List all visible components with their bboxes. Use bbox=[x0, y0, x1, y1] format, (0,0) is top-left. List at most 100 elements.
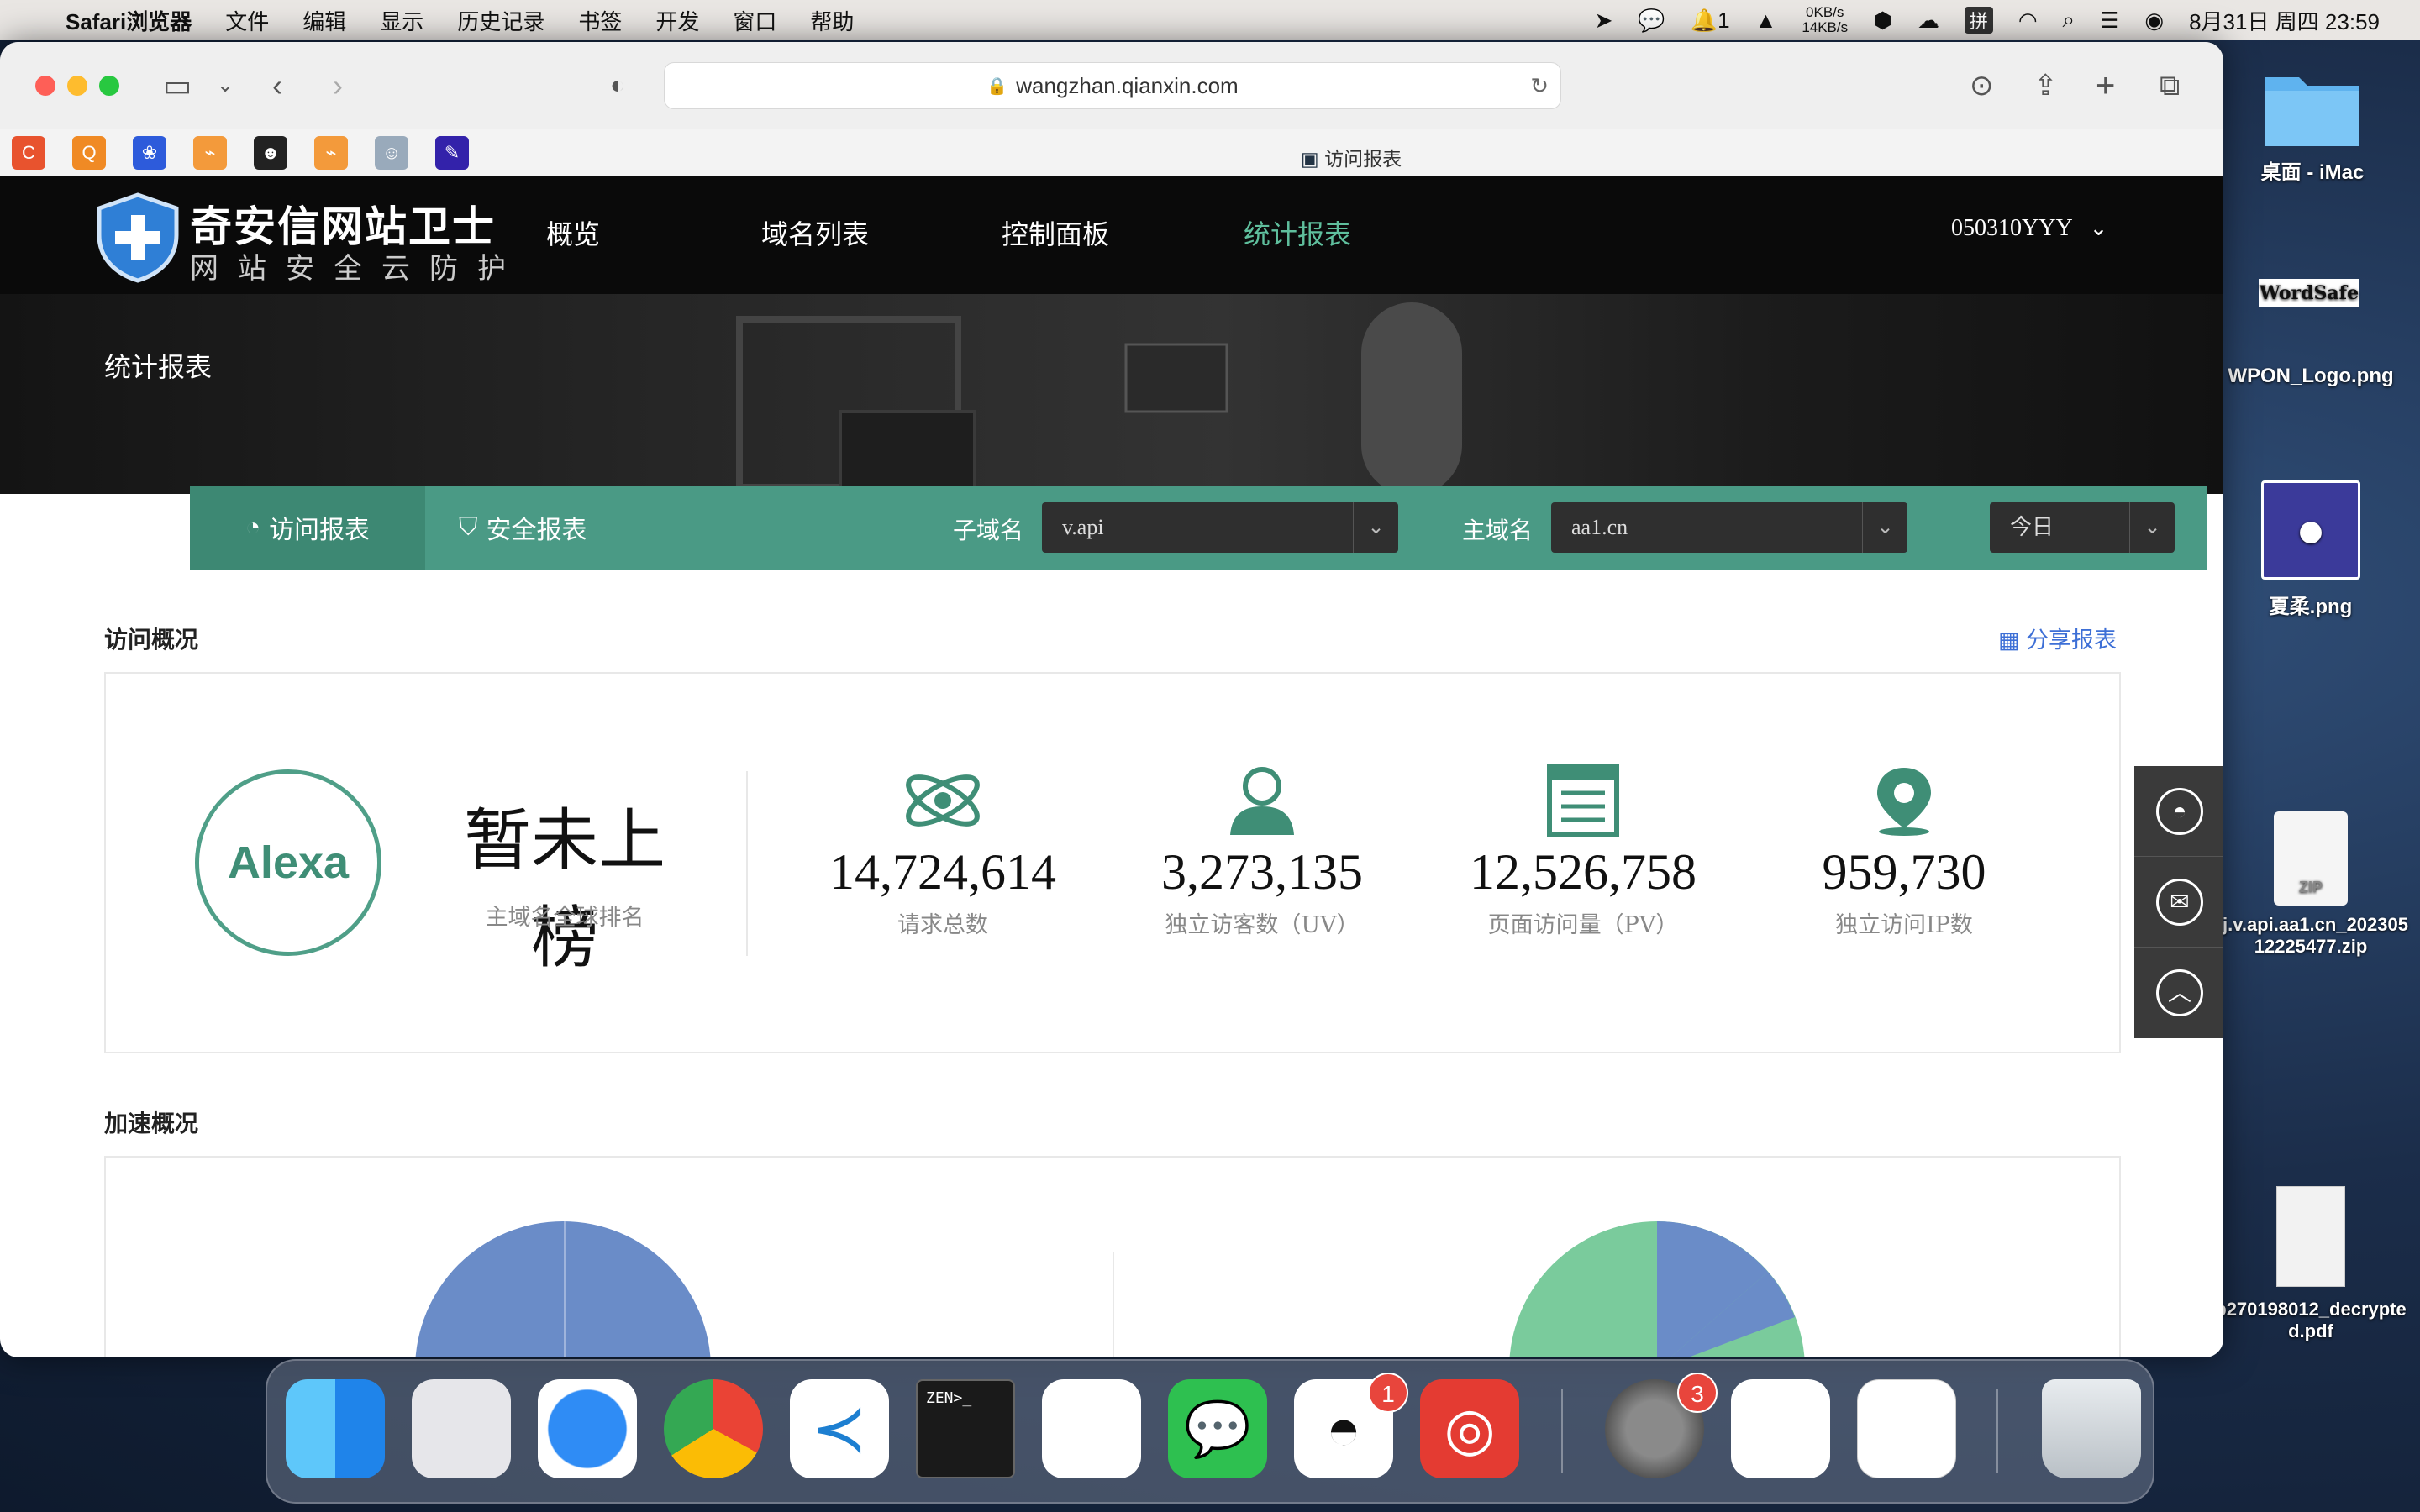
user-menu[interactable]: 050310YYY ⌄ bbox=[1951, 215, 2107, 242]
close-window-button[interactable] bbox=[35, 76, 55, 96]
forward-arrow-icon[interactable]: › bbox=[333, 66, 343, 106]
reload-icon[interactable]: ↻ bbox=[1530, 73, 1549, 99]
location-arrow-icon[interactable]: ➤ bbox=[1595, 8, 1613, 34]
email-contact-button[interactable]: ✉ bbox=[2134, 857, 2223, 948]
favorite-bookmark-icon[interactable]: Q bbox=[72, 136, 106, 170]
user-icon bbox=[1230, 767, 1294, 835]
desktop-icon-label: zj.v.api.aa1.cn_20230512225477.zip bbox=[2213, 914, 2408, 957]
dock-netease-music-icon[interactable]: ◎ bbox=[1420, 1379, 1519, 1478]
dock-finder-icon[interactable] bbox=[286, 1379, 385, 1478]
menu-file[interactable]: 文件 bbox=[225, 5, 269, 36]
back-to-top-button[interactable]: ︿ bbox=[2134, 948, 2223, 1038]
menu-app-name[interactable]: Safari浏览器 bbox=[66, 5, 192, 36]
desktop-icon-zip[interactable]: ZIP zj.v.api.aa1.cn_20230512225477.zip bbox=[2210, 811, 2412, 958]
domain-select[interactable]: aa1.cn ⌄ bbox=[1551, 502, 1907, 553]
control-center-icon[interactable]: ☰ bbox=[2100, 8, 2119, 34]
dock-safari-icon[interactable] bbox=[538, 1379, 637, 1478]
hexagon-icon[interactable]: ⬢ bbox=[1873, 8, 1892, 34]
qq-status[interactable]: 🔔1 bbox=[1691, 8, 1730, 34]
sidebar-toggle-icon[interactable]: ▭ bbox=[163, 66, 192, 106]
menu-edit[interactable]: 编辑 bbox=[302, 5, 346, 36]
divider bbox=[1113, 1252, 1114, 1357]
nav-domain-list[interactable]: 域名列表 bbox=[761, 213, 869, 252]
desktop-icon-wordsafe[interactable]: WordSafe bbox=[2208, 279, 2410, 307]
github-icon: ● bbox=[2261, 480, 2360, 580]
dock-terminal-icon[interactable]: ZEN>_ bbox=[916, 1379, 1015, 1478]
desktop-icon-github-image[interactable]: ● 夏柔.png bbox=[2210, 480, 2412, 619]
desktop-icon-label: 夏柔.png bbox=[2269, 596, 2353, 618]
chevron-down-icon: ⌄ bbox=[2089, 216, 2108, 240]
dock-trash-icon[interactable] bbox=[2042, 1379, 2141, 1478]
network-speed: 0KB/s 14KB/s bbox=[1802, 5, 1848, 35]
dock-baidu-netdisk-icon[interactable] bbox=[1042, 1379, 1141, 1478]
dock-chrome-icon[interactable] bbox=[664, 1379, 763, 1478]
chevron-down-icon[interactable]: ⌄ bbox=[217, 66, 234, 106]
share-icon[interactable]: ⇪ bbox=[2033, 66, 2058, 106]
shield-cross-icon bbox=[97, 192, 179, 283]
site-header: 奇安信网站卫士 网站安全云防护 概览 域名列表 控制面板 统计报表 050310… bbox=[0, 176, 2223, 294]
wifi-icon[interactable]: ◠ bbox=[2018, 8, 2038, 34]
siri-icon[interactable]: ◉ bbox=[2144, 8, 2164, 34]
privacy-shield-icon[interactable]: ◐ bbox=[610, 66, 625, 106]
stat-ip-value: 959,730 bbox=[1822, 844, 1986, 900]
favorite-photo-icon[interactable]: ☺ bbox=[375, 136, 408, 170]
zoom-window-button[interactable] bbox=[99, 76, 119, 96]
input-method[interactable]: 拼 bbox=[1964, 7, 1993, 34]
penguin-icon: ◓ bbox=[2156, 787, 2203, 835]
page-banner: 统计报表 bbox=[0, 294, 2223, 494]
menu-bookmarks[interactable]: 书签 bbox=[578, 5, 622, 36]
favorite-code-icon[interactable]: ⌁ bbox=[193, 136, 227, 170]
stat-pv: 12,526,758 页面访问量（PV） bbox=[1432, 764, 1734, 939]
desktop-icon-wpon[interactable]: WPON_Logo.png bbox=[2210, 365, 2412, 388]
mail-icon: ✉ bbox=[2156, 878, 2203, 926]
menubar-clock[interactable]: 8月31日 周四 23:59 bbox=[2189, 5, 2380, 36]
favorite-baidu-icon[interactable]: ❀ bbox=[133, 136, 166, 170]
download-icon[interactable]: ⊙ bbox=[1970, 66, 1994, 106]
dock-reminders-icon[interactable] bbox=[1731, 1379, 1830, 1478]
share-report-link[interactable]: ▦ 分享报表 bbox=[1998, 622, 2117, 654]
atom-icon bbox=[906, 774, 980, 827]
dock-launchpad-icon[interactable] bbox=[412, 1379, 511, 1478]
wechat-icon[interactable]: 💬 bbox=[1638, 8, 1665, 34]
subdomain-select[interactable]: v.api ⌄ bbox=[1042, 502, 1398, 553]
new-tab-icon[interactable]: + bbox=[2096, 66, 2115, 106]
favorite-ps-icon[interactable]: ✎ bbox=[435, 136, 469, 170]
back-arrow-icon[interactable]: ‹ bbox=[272, 66, 282, 106]
circuit-board-graphic bbox=[736, 302, 1462, 494]
folder-icon bbox=[2265, 77, 2360, 146]
favorite-code2-icon[interactable]: ⌁ bbox=[314, 136, 348, 170]
nav-overview[interactable]: 概览 bbox=[546, 213, 600, 252]
nav-statistics[interactable]: 统计报表 bbox=[1244, 213, 1351, 252]
dock-vscode-icon[interactable]: ≺ bbox=[790, 1379, 889, 1478]
desktop-icon-pdf[interactable]: b270198012_decrypted.pdf bbox=[2210, 1186, 2412, 1342]
menu-help[interactable]: 帮助 bbox=[810, 5, 854, 36]
tab-security-report[interactable]: ⛉ 安全报表 bbox=[459, 486, 587, 570]
url-text: wangzhan.qianxin.com bbox=[1016, 72, 1239, 98]
menu-develop[interactable]: 开发 bbox=[655, 5, 699, 36]
active-tab-title[interactable]: ▣ 访问报表 bbox=[1301, 143, 1402, 171]
alexa-rank-label: 主域名全球排名 bbox=[485, 905, 644, 931]
dock-textedit-icon[interactable] bbox=[1857, 1379, 1956, 1478]
address-bar[interactable]: 🔒 wangzhan.qianxin.com ↻ bbox=[664, 62, 1561, 109]
page-icon bbox=[1547, 764, 1619, 837]
dock-wechat-icon[interactable]: 💬 bbox=[1168, 1379, 1267, 1478]
pie-chart-icon: ◔ bbox=[245, 513, 261, 541]
dock-separator bbox=[1561, 1389, 1563, 1473]
menu-view[interactable]: 显示 bbox=[380, 5, 424, 36]
favorite-avatar-icon[interactable]: ☻ bbox=[254, 136, 287, 170]
tab-overview-icon[interactable]: ⧉ bbox=[2160, 66, 2180, 106]
menu-window[interactable]: 窗口 bbox=[733, 5, 776, 36]
date-range-select[interactable]: 今日 ⌄ bbox=[1990, 502, 2175, 553]
cloud-sync-icon[interactable]: ☁ bbox=[1918, 8, 1939, 34]
tab-visit-report[interactable]: ◔ 访问报表 bbox=[190, 486, 425, 570]
menu-history[interactable]: 历史记录 bbox=[457, 5, 544, 36]
search-icon[interactable]: ⌕ bbox=[2063, 7, 2075, 34]
qq-contact-button[interactable]: ◓ bbox=[2134, 766, 2223, 857]
browser-toolbar: ▭ ⌄ ‹ › ◐ 🔒 wangzhan.qianxin.com ↻ ⊙ ⇪ +… bbox=[0, 42, 2223, 129]
cat-icon[interactable]: ▲ bbox=[1755, 8, 1777, 34]
favorite-csdn-icon[interactable]: C bbox=[12, 136, 45, 170]
nav-control-panel[interactable]: 控制面板 bbox=[1002, 213, 1109, 252]
section-title-accel: 加速概况 bbox=[104, 1110, 199, 1137]
desktop-icon-folder[interactable]: 桌面 - iMac bbox=[2212, 66, 2413, 185]
minimize-window-button[interactable] bbox=[67, 76, 87, 96]
